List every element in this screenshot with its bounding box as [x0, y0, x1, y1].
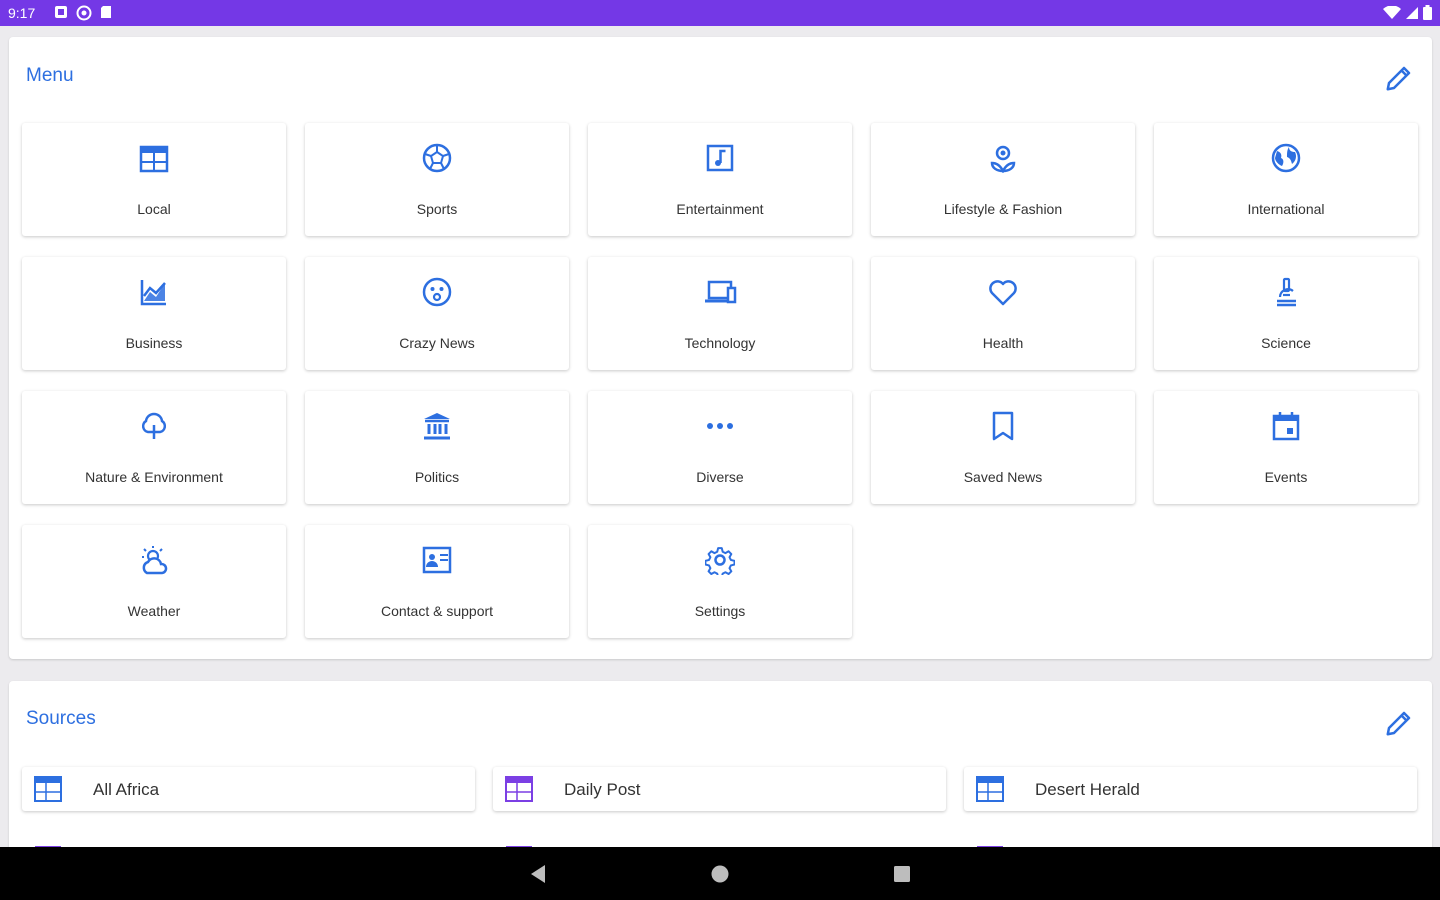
cellular-signal-icon: [1406, 6, 1418, 19]
menu-item-local[interactable]: Local: [22, 123, 286, 236]
menu-item-label: Weather: [127, 603, 181, 619]
microscope-icon: [1277, 277, 1296, 307]
menu-item-contact-support[interactable]: Contact & support: [305, 525, 569, 638]
nav-back-button[interactable]: [526, 862, 550, 886]
more-dots-icon: [707, 423, 733, 429]
menu-item-label: Nature & Environment: [85, 469, 223, 485]
source-purple-icon: [505, 776, 533, 802]
sources-edit-button[interactable]: [1380, 704, 1418, 742]
calendar-icon: [1272, 412, 1300, 441]
status-time: 9:17: [8, 5, 36, 21]
contact-card-icon: [422, 546, 452, 574]
menu-item-label: Health: [982, 335, 1024, 351]
menu-item-saved-news[interactable]: Saved News: [871, 391, 1135, 504]
music-note-icon: [706, 144, 734, 172]
menu-item-label: Sports: [416, 201, 458, 217]
nav-recents-button[interactable]: [890, 862, 914, 886]
devices-icon: [705, 280, 737, 304]
menu-item-label: International: [1247, 201, 1325, 217]
menu-item-label: Diverse: [696, 469, 744, 485]
chart-line-icon: [140, 280, 166, 306]
source-item-desert-herald[interactable]: Desert Herald: [964, 767, 1417, 811]
menu-item-label: Events: [1264, 469, 1308, 485]
menu-item-label: Lifestyle & Fashion: [943, 201, 1063, 217]
menu-item-label: Technology: [684, 335, 756, 351]
navigation-bar: [0, 847, 1440, 900]
heart-icon: [989, 280, 1017, 306]
menu-item-politics[interactable]: Politics: [305, 391, 569, 504]
menu-item-science[interactable]: Science: [1154, 257, 1418, 370]
menu-item-sports[interactable]: Sports: [305, 123, 569, 236]
recents-square-icon: [894, 866, 910, 882]
menu-item-technology[interactable]: Technology: [588, 257, 852, 370]
menu-item-label: Crazy News: [399, 335, 475, 351]
menu-item-nature-environment[interactable]: Nature & Environment: [22, 391, 286, 504]
menu-item-label: Entertainment: [676, 201, 764, 217]
menu-title: Menu: [26, 65, 74, 86]
source-blue-icon: [34, 776, 62, 802]
menu-item-crazy-news[interactable]: Crazy News: [305, 257, 569, 370]
menu-edit-button[interactable]: [1380, 59, 1418, 97]
menu-item-label: Settings: [694, 603, 746, 619]
menu-item-label: Business: [125, 335, 183, 351]
source-label: All Africa: [93, 780, 160, 799]
back-triangle-icon: [531, 865, 545, 883]
menu-item-diverse[interactable]: Diverse: [588, 391, 852, 504]
globe-icon: [1271, 143, 1301, 173]
source-blue-icon: [976, 776, 1004, 802]
menu-item-settings[interactable]: Settings: [588, 525, 852, 638]
menu-card: Menu Local Sports Entertainment Lifestyl…: [9, 37, 1432, 659]
battery-icon: [1423, 5, 1432, 20]
at-sign-icon: [76, 5, 92, 21]
menu-item-label: Saved News: [963, 469, 1043, 485]
menu-item-label: Local: [137, 201, 171, 217]
source-item-all-africa[interactable]: All Africa: [22, 767, 475, 811]
source-item-daily-post[interactable]: Daily Post: [493, 767, 946, 811]
weather-sun-cloud-icon: [142, 546, 168, 575]
wifi-icon: [1383, 5, 1401, 19]
menu-item-health[interactable]: Health: [871, 257, 1135, 370]
source-label: Daily Post: [564, 780, 641, 799]
menu-item-business[interactable]: Business: [22, 257, 286, 370]
newspaper-icon: [139, 145, 169, 173]
menu-item-label: Politics: [414, 469, 460, 485]
bank-building-icon: [424, 413, 450, 440]
menu-item-international[interactable]: International: [1154, 123, 1418, 236]
menu-item-label: Contact & support: [380, 603, 494, 619]
home-circle-icon: [711, 865, 729, 883]
tree-icon: [141, 412, 167, 439]
flower-icon: [990, 145, 1016, 173]
menu-item-label: Science: [1261, 335, 1311, 351]
bookmark-icon: [992, 411, 1014, 441]
pencil-icon: [1386, 711, 1411, 736]
sources-title: Sources: [26, 708, 96, 729]
menu-item-events[interactable]: Events: [1154, 391, 1418, 504]
gear-icon: [705, 547, 735, 575]
pencil-icon: [1386, 66, 1411, 91]
menu-item-lifestyle-fashion[interactable]: Lifestyle & Fashion: [871, 123, 1135, 236]
source-label: Desert Herald: [1035, 780, 1140, 799]
surprised-face-icon: [422, 277, 452, 307]
nav-home-button[interactable]: [708, 862, 732, 886]
status-bar: 9:17: [0, 0, 1440, 26]
menu-item-entertainment[interactable]: Entertainment: [588, 123, 852, 236]
sd-card-icon: [101, 6, 111, 18]
menu-item-weather[interactable]: Weather: [22, 525, 286, 638]
notification-icon: [55, 6, 67, 18]
soccer-ball-icon: [422, 143, 452, 173]
